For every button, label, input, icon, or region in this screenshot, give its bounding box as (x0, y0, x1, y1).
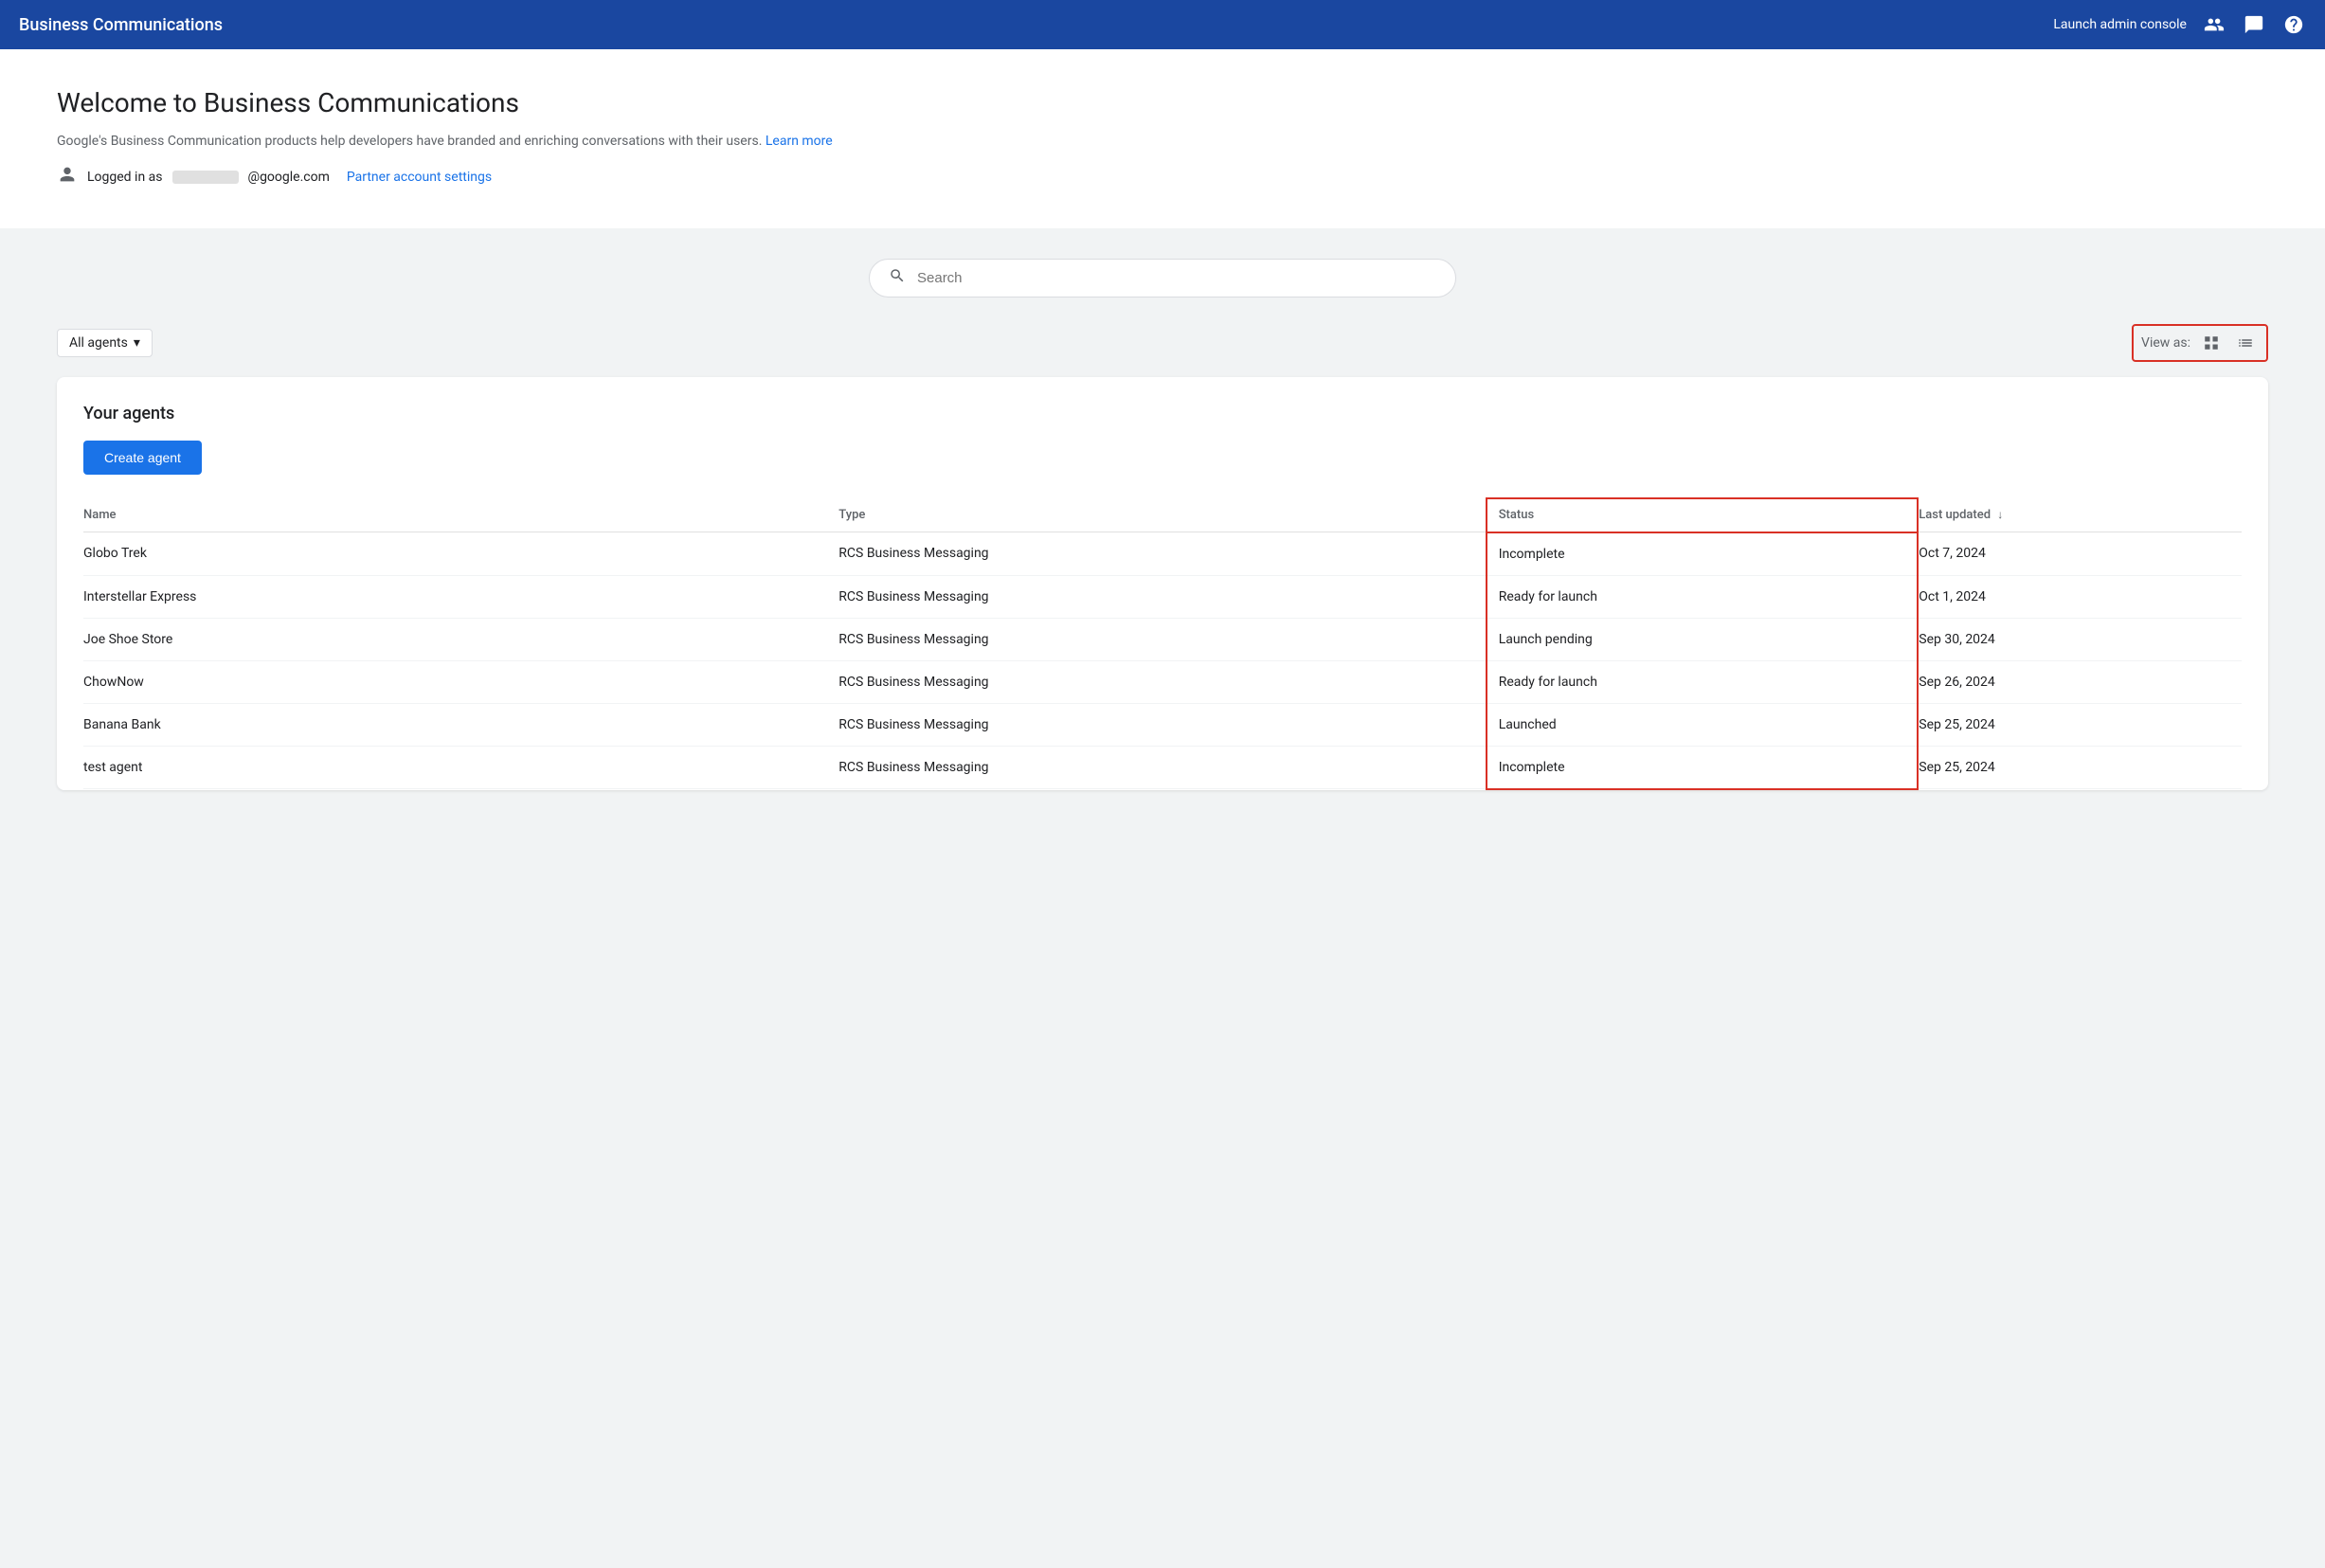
logged-in-label: Logged in as (87, 170, 163, 185)
agent-name: Globo Trek (83, 532, 838, 576)
col-header-status: Status (1487, 498, 1919, 532)
agent-name: Banana Bank (83, 703, 838, 746)
agent-name: Joe Shoe Store (83, 618, 838, 660)
filter-label: All agents (69, 335, 128, 351)
chevron-down-icon: ▾ (134, 335, 140, 351)
launch-admin-link[interactable]: Launch admin console (2053, 17, 2187, 32)
agent-last-updated: Oct 7, 2024 (1918, 532, 2242, 576)
agents-table: Name Type Status Last updated ↓ Globo T (83, 497, 2242, 790)
main-content: All agents ▾ View as: Your agents Create… (0, 228, 2325, 820)
search-container (57, 259, 2268, 297)
view-as-label: View as: (2141, 335, 2190, 351)
grid-view-button[interactable] (2198, 330, 2225, 356)
agent-name: ChowNow (83, 660, 838, 703)
filter-dropdown[interactable]: All agents ▾ (57, 329, 153, 357)
chat-icon[interactable] (2242, 12, 2266, 37)
table-header: Name Type Status Last updated ↓ (83, 498, 2242, 532)
app-title: Business Communications (19, 15, 2053, 35)
agent-type: RCS Business Messaging (838, 575, 1486, 618)
learn-more-link[interactable]: Learn more (766, 134, 833, 149)
sort-desc-icon: ↓ (1997, 508, 2003, 521)
agent-type: RCS Business Messaging (838, 660, 1486, 703)
welcome-section: Welcome to Business Communications Googl… (0, 49, 2325, 228)
col-header-type: Type (838, 498, 1486, 532)
logged-in-row: Logged in as @google.com Partner account… (57, 164, 2268, 190)
table-row[interactable]: Joe Shoe Store RCS Business Messaging La… (83, 618, 2242, 660)
list-view-button[interactable] (2232, 330, 2259, 356)
create-agent-button[interactable]: Create agent (83, 441, 202, 475)
agent-name: Interstellar Express (83, 575, 838, 618)
agent-type: RCS Business Messaging (838, 703, 1486, 746)
toolbar: All agents ▾ View as: (57, 324, 2268, 362)
user-email-redacted (172, 171, 239, 184)
agent-type: RCS Business Messaging (838, 618, 1486, 660)
partner-settings-link[interactable]: Partner account settings (347, 170, 492, 185)
table-row[interactable]: Globo Trek RCS Business Messaging Incomp… (83, 532, 2242, 576)
agent-status: Incomplete (1487, 746, 1919, 789)
agent-last-updated: Sep 25, 2024 (1918, 746, 2242, 789)
agent-name: test agent (83, 746, 838, 789)
view-as-section: View as: (2132, 324, 2268, 362)
col-header-last-updated[interactable]: Last updated ↓ (1918, 498, 2242, 532)
agent-status: Ready for launch (1487, 575, 1919, 618)
agent-last-updated: Sep 25, 2024 (1918, 703, 2242, 746)
table-row[interactable]: Interstellar Express RCS Business Messag… (83, 575, 2242, 618)
account-icon (57, 164, 78, 190)
agent-last-updated: Oct 1, 2024 (1918, 575, 2242, 618)
welcome-title: Welcome to Business Communications (57, 87, 2268, 118)
agents-card: Your agents Create agent Name Type Statu… (57, 377, 2268, 790)
header-actions: Launch admin console (2053, 12, 2306, 37)
search-input[interactable] (917, 270, 1436, 286)
agent-status: Launch pending (1487, 618, 1919, 660)
table-row[interactable]: test agent RCS Business Messaging Incomp… (83, 746, 2242, 789)
col-header-name: Name (83, 498, 838, 532)
people-icon[interactable] (2202, 12, 2226, 37)
agent-status: Incomplete (1487, 532, 1919, 576)
agent-type: RCS Business Messaging (838, 746, 1486, 789)
welcome-description: Google's Business Communication products… (57, 134, 2268, 149)
agent-type: RCS Business Messaging (838, 532, 1486, 576)
table-row[interactable]: Banana Bank RCS Business Messaging Launc… (83, 703, 2242, 746)
table-row[interactable]: ChowNow RCS Business Messaging Ready for… (83, 660, 2242, 703)
agents-section-title: Your agents (83, 404, 2242, 424)
help-icon[interactable] (2281, 12, 2306, 37)
agent-last-updated: Sep 26, 2024 (1918, 660, 2242, 703)
agents-table-body: Globo Trek RCS Business Messaging Incomp… (83, 532, 2242, 789)
agent-status: Launched (1487, 703, 1919, 746)
agent-status: Ready for launch (1487, 660, 1919, 703)
email-suffix: @google.com (248, 170, 330, 185)
search-box (869, 259, 1456, 297)
agent-last-updated: Sep 30, 2024 (1918, 618, 2242, 660)
search-icon (889, 267, 906, 289)
app-header: Business Communications Launch admin con… (0, 0, 2325, 49)
